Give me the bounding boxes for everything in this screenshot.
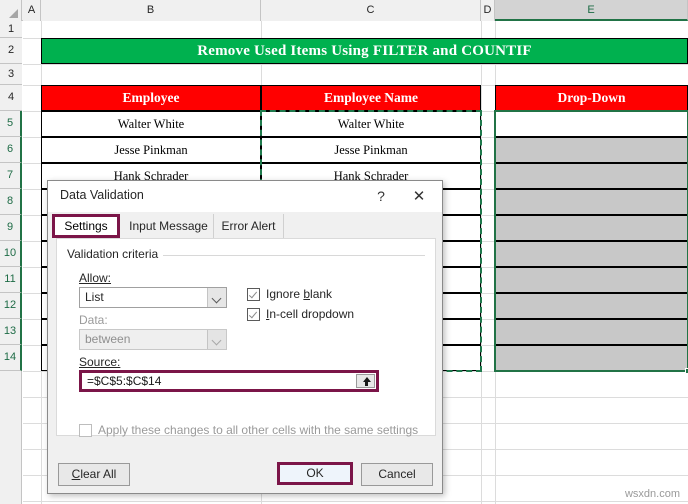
- dropdown-cell[interactable]: [495, 293, 688, 319]
- chevron-down-icon[interactable]: [207, 330, 226, 349]
- column-header-c[interactable]: C: [261, 0, 481, 21]
- range-picker-icon[interactable]: [356, 374, 375, 388]
- source-value: =$C$5:$C$14: [87, 374, 162, 388]
- source-input[interactable]: =$C$5:$C$14: [79, 370, 379, 392]
- row-header-2[interactable]: 2: [0, 38, 22, 64]
- dropdown-cell[interactable]: [495, 241, 688, 267]
- row-header-10[interactable]: 10: [0, 241, 22, 267]
- employee-cell[interactable]: Jesse Pinkman: [41, 137, 261, 163]
- tab-input-message[interactable]: Input Message: [124, 214, 214, 238]
- row-header-3[interactable]: 3: [0, 64, 22, 85]
- dropdown-cell[interactable]: [495, 345, 688, 371]
- employee-name-cell[interactable]: Jesse Pinkman: [261, 137, 481, 163]
- data-validation-dialog: Data Validation ? ✕ Settings Input Messa…: [47, 180, 443, 494]
- dropdown-cell[interactable]: [495, 111, 688, 137]
- row-header-4[interactable]: 4: [0, 85, 22, 111]
- dialog-body: Validation criteria Allow: List Data: be…: [56, 238, 436, 437]
- check-icon: [248, 289, 258, 299]
- row-header-8[interactable]: 8: [0, 189, 22, 215]
- column-header-b[interactable]: B: [41, 0, 261, 21]
- dropdown-cell[interactable]: [495, 163, 688, 189]
- column-header-e[interactable]: E: [495, 0, 688, 21]
- row-header-14[interactable]: 14: [0, 345, 22, 371]
- cancel-button[interactable]: Cancel: [361, 463, 433, 486]
- allow-label: Allow:: [79, 271, 112, 285]
- row-header-column: 1 2 3 4 5 6 7 8 9 10 11 12 13 14: [0, 21, 22, 504]
- tab-error-alert[interactable]: Error Alert: [214, 214, 284, 238]
- dialog-title-bar: Data Validation ? ✕: [48, 181, 442, 212]
- dropdown-cell[interactable]: [495, 267, 688, 293]
- row-header-12[interactable]: 12: [0, 293, 22, 319]
- apply-all-checkbox[interactable]: [79, 424, 92, 437]
- row-header-1[interactable]: 1: [0, 21, 22, 38]
- in-cell-dropdown-label: In-cell dropdown: [266, 307, 355, 321]
- dialog-title: Data Validation: [60, 188, 144, 202]
- excel-screenshot: ABCDE 1 2 3 4 5 6 7 8 9 10 11 12 13 14 Remove Used It…: [0, 0, 688, 504]
- close-icon[interactable]: ✕: [404, 186, 434, 208]
- table-header-employee: Employee: [41, 85, 261, 111]
- watermark: wsxdn.com: [624, 488, 680, 500]
- column-header-row: ABCDE: [0, 0, 688, 21]
- data-value: between: [85, 332, 131, 346]
- allow-combobox[interactable]: List: [79, 287, 227, 308]
- row-header-5[interactable]: 5: [0, 111, 22, 137]
- ignore-blank-checkbox[interactable]: [247, 288, 260, 301]
- in-cell-dropdown-checkbox[interactable]: [247, 308, 260, 321]
- validation-criteria-label: Validation criteria: [67, 247, 164, 261]
- ignore-blank-label: Ignore blank: [266, 287, 333, 301]
- ok-button[interactable]: OK: [277, 462, 353, 485]
- row-header-7[interactable]: 7: [0, 163, 22, 189]
- dialog-tab-strip: Settings Input Message Error Alert: [48, 212, 442, 238]
- check-icon: [248, 309, 258, 319]
- column-header-d[interactable]: D: [481, 0, 495, 21]
- allow-value: List: [85, 290, 104, 304]
- row-header-13[interactable]: 13: [0, 319, 22, 345]
- column-header-a[interactable]: A: [23, 0, 41, 21]
- dropdown-cell[interactable]: [495, 189, 688, 215]
- select-all-triangle-icon: [9, 9, 18, 18]
- chevron-down-icon[interactable]: [207, 288, 226, 307]
- dropdown-cell[interactable]: [495, 137, 688, 163]
- row-header-6[interactable]: 6: [0, 137, 22, 163]
- title-banner: Remove Used Items Using FILTER and COUNT…: [41, 38, 688, 64]
- dropdown-cell[interactable]: [495, 319, 688, 345]
- help-icon[interactable]: ?: [370, 186, 392, 208]
- data-label: Data:: [79, 313, 108, 327]
- clear-all-button[interactable]: Clear All: [58, 463, 130, 486]
- employee-cell[interactable]: Walter White: [41, 111, 261, 137]
- table-header-dropdown: Drop-Down: [495, 85, 688, 111]
- apply-all-label: Apply these changes to all other cells w…: [98, 423, 419, 437]
- table-header-employee-name: Employee Name: [261, 85, 481, 111]
- row-header-11[interactable]: 11: [0, 267, 22, 293]
- tab-settings[interactable]: Settings: [52, 214, 120, 238]
- data-combobox[interactable]: between: [79, 329, 227, 350]
- select-all-corner[interactable]: [0, 0, 22, 21]
- employee-name-cell[interactable]: Walter White: [261, 111, 481, 137]
- row-header-9[interactable]: 9: [0, 215, 22, 241]
- dropdown-cell[interactable]: [495, 215, 688, 241]
- source-label: Source:: [79, 355, 121, 369]
